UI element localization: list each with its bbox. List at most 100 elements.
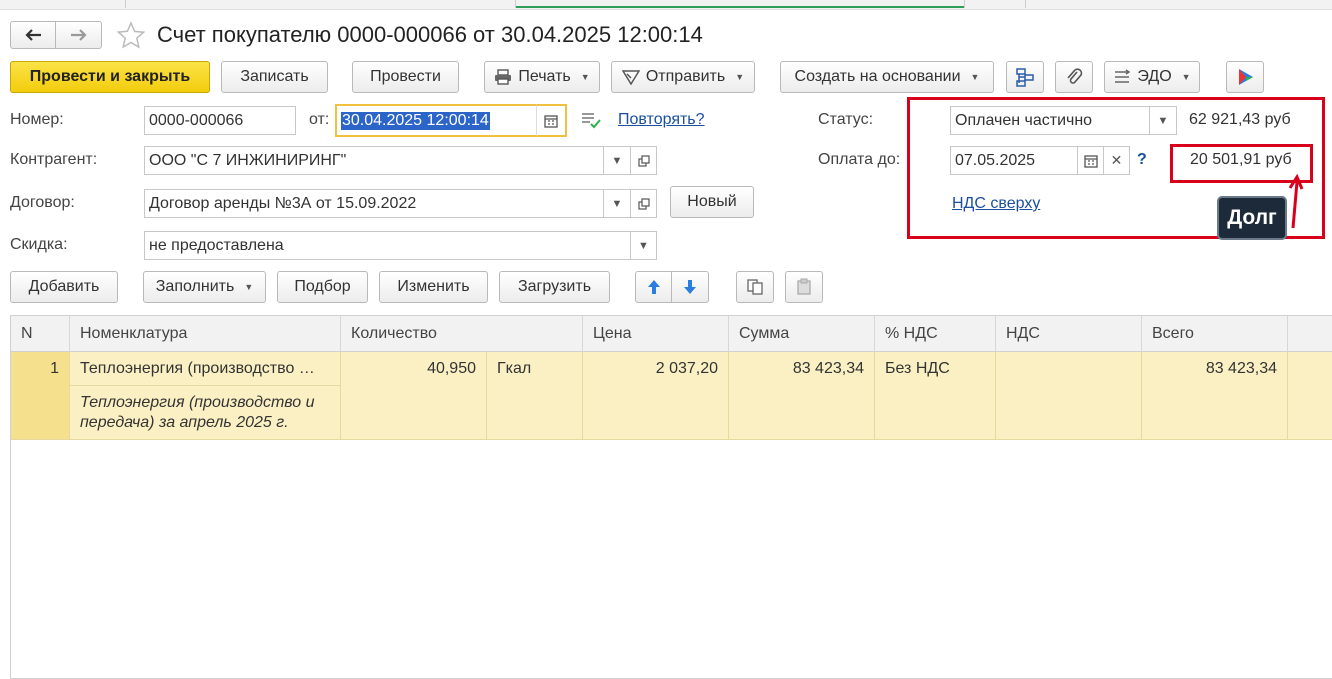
debt-tooltip-label: Долг xyxy=(1217,196,1287,240)
repeat-schedule-icon[interactable] xyxy=(580,111,602,129)
column-header-n[interactable]: N xyxy=(11,316,70,352)
pay-until-label: Оплата до: xyxy=(818,151,901,168)
row-item[interactable]: Теплоэнергия (производство … xyxy=(70,352,341,386)
paste-icon xyxy=(797,278,811,295)
edo-icon xyxy=(1115,69,1131,83)
window-tab[interactable] xyxy=(0,0,126,8)
contract-label: Договор: xyxy=(10,194,75,211)
print-label: Печать xyxy=(518,68,571,85)
print-button[interactable]: Печать ▼ xyxy=(484,61,600,93)
arrow-left-icon xyxy=(25,29,41,41)
active-tab-indicator xyxy=(516,6,964,8)
counterparty-open-button[interactable] xyxy=(631,146,657,175)
row-vat-rate[interactable]: Без НДС xyxy=(875,352,996,439)
change-button[interactable]: Изменить xyxy=(379,271,488,303)
counterparty-dropdown-button[interactable]: ▼ xyxy=(604,146,631,175)
column-header-quantity[interactable]: Количество xyxy=(341,316,583,352)
discount-label: Скидка: xyxy=(10,236,68,253)
column-header-price[interactable]: Цена xyxy=(583,316,729,352)
date-field-value: 30.04.2025 12:00:14 xyxy=(341,111,490,130)
column-header-item[interactable]: Номенклатура xyxy=(70,316,341,352)
send-label: Отправить xyxy=(645,68,726,85)
row-sum[interactable]: 83 423,34 xyxy=(729,352,875,439)
new-contract-button[interactable]: Новый xyxy=(670,186,754,218)
column-header-vat-rate[interactable]: % НДС xyxy=(875,316,996,352)
date-field[interactable]: 30.04.2025 12:00:14 xyxy=(335,104,538,137)
create-based-on-button[interactable]: Создать на основании ▼ xyxy=(780,61,994,93)
paste-rows-button[interactable] xyxy=(785,271,823,303)
open-window-icon xyxy=(637,154,650,167)
selection-button[interactable]: Подбор xyxy=(277,271,368,303)
column-header-total[interactable]: Всего xyxy=(1142,316,1288,352)
save-button[interactable]: Записать xyxy=(221,61,328,93)
structure-button[interactable] xyxy=(1006,61,1044,93)
open-window-icon xyxy=(637,197,650,210)
paperclip-icon xyxy=(1067,68,1083,84)
discount-field[interactable]: не предоставлена xyxy=(144,231,631,260)
row-price[interactable]: 2 037,20 xyxy=(583,352,729,439)
forward-button[interactable] xyxy=(55,21,102,49)
counterparty-field[interactable]: ООО "С 7 ИНЖИНИРИНГ" xyxy=(144,146,604,175)
chevron-down-icon: ▼ xyxy=(638,239,649,252)
edo-label: ЭДО xyxy=(1137,68,1172,85)
chevron-down-icon: ▼ xyxy=(611,197,623,210)
row-item-description-line: Теплоэнергия (производство и xyxy=(80,394,315,411)
column-header-vat[interactable]: НДС xyxy=(996,316,1142,352)
play-multicolor-icon xyxy=(1239,69,1253,85)
row-quantity[interactable]: 40,950 xyxy=(341,352,487,439)
move-up-button[interactable] xyxy=(635,271,672,303)
hierarchy-icon xyxy=(1016,68,1034,87)
window-tab-strip xyxy=(0,0,1332,10)
calendar-button[interactable] xyxy=(536,104,567,137)
chevron-down-icon: ▼ xyxy=(1181,72,1191,82)
run-button[interactable] xyxy=(1226,61,1264,93)
date-from-label: от: xyxy=(309,111,330,128)
column-header-filler xyxy=(1288,316,1332,352)
calendar-icon xyxy=(544,114,558,128)
copy-icon xyxy=(747,279,763,295)
row-item-description[interactable]: Теплоэнергия (производство и передача) з… xyxy=(70,386,341,439)
repeat-link[interactable]: Повторять? xyxy=(618,111,705,129)
window-tab[interactable] xyxy=(964,0,1026,8)
arrow-right-icon xyxy=(70,29,87,41)
window-tab[interactable] xyxy=(125,0,516,8)
discount-dropdown-button[interactable]: ▼ xyxy=(631,231,657,260)
row-total[interactable]: 83 423,34 xyxy=(1142,352,1288,439)
fill-label: Заполнить xyxy=(155,278,235,295)
table-row[interactable]: 1 Теплоэнергия (производство … Теплоэнер… xyxy=(11,352,1332,440)
chevron-down-icon: ▼ xyxy=(580,72,590,82)
move-down-button[interactable] xyxy=(671,271,709,303)
chevron-down-icon: ▼ xyxy=(611,154,623,167)
number-field[interactable]: 0000-000066 xyxy=(144,106,296,135)
goods-table: N Номенклатура Количество Цена Сумма % Н… xyxy=(10,315,1332,679)
create-based-on-label: Создать на основании xyxy=(794,68,961,85)
send-button[interactable]: Отправить ▼ xyxy=(611,61,755,93)
printer-icon xyxy=(495,69,512,85)
chevron-down-icon: ▼ xyxy=(970,72,980,82)
row-unit[interactable]: Гкал xyxy=(487,352,583,439)
status-label: Статус: xyxy=(818,111,874,128)
arrow-up-icon xyxy=(647,280,660,294)
contract-field[interactable]: Договор аренды №3А от 15.09.2022 xyxy=(144,189,604,218)
fill-button[interactable]: Заполнить ▼ xyxy=(143,271,266,303)
favorite-star-icon[interactable] xyxy=(115,20,147,51)
row-vat[interactable] xyxy=(996,352,1142,439)
contract-dropdown-button[interactable]: ▼ xyxy=(604,189,631,218)
row-item-description-line: передача) за апрель 2025 г. xyxy=(80,414,289,431)
row-number: 1 xyxy=(11,352,70,439)
attach-button[interactable] xyxy=(1055,61,1093,93)
edo-button[interactable]: ЭДО ▼ xyxy=(1104,61,1200,93)
post-and-close-button[interactable]: Провести и закрыть xyxy=(10,61,210,93)
send-plane-icon xyxy=(621,70,640,85)
back-button[interactable] xyxy=(10,21,56,49)
add-row-button[interactable]: Добавить xyxy=(10,271,118,303)
column-header-sum[interactable]: Сумма xyxy=(729,316,875,352)
chevron-down-icon: ▼ xyxy=(244,282,254,292)
number-label: Номер: xyxy=(10,111,64,128)
page-title: Счет покупателю 0000-000066 от 30.04.202… xyxy=(157,22,703,47)
contract-open-button[interactable] xyxy=(631,189,657,218)
copy-rows-button[interactable] xyxy=(736,271,774,303)
post-button[interactable]: Провести xyxy=(352,61,459,93)
arrow-down-icon xyxy=(684,280,696,294)
load-button[interactable]: Загрузить xyxy=(499,271,610,303)
